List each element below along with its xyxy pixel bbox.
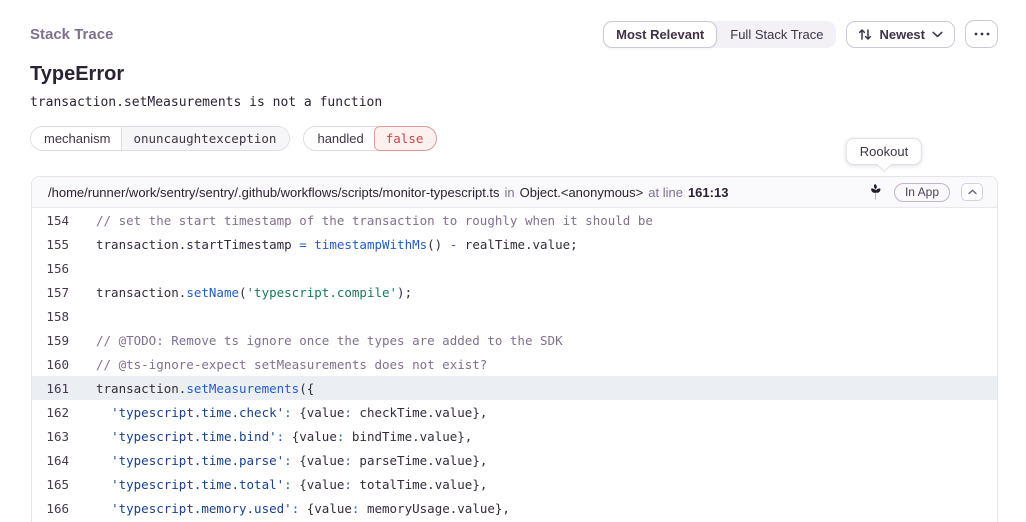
line-number: 161	[32, 381, 69, 396]
ellipsis-icon	[974, 32, 990, 36]
line-source: // @TODO: Remove ts ignore once the type…	[69, 333, 563, 348]
line-source: transaction.setName('typescript.compile'…	[69, 285, 412, 300]
file-path: /home/runner/work/sentry/sentry/.github/…	[48, 185, 500, 200]
code-line: 162 'typescript.time.check': {value: che…	[32, 400, 997, 424]
rookout-button[interactable]	[870, 184, 883, 200]
tag-key: mechanism	[31, 127, 121, 150]
platform-badge-js: JS	[31, 176, 32, 197]
tab-full-stack-trace[interactable]: Full Stack Trace	[717, 21, 836, 48]
in-app-badge: In App	[894, 183, 950, 202]
frame-line-number: 161:13	[688, 185, 728, 200]
line-number: 156	[32, 261, 69, 276]
code-line: 165 'typescript.time.total': {value: tot…	[32, 472, 997, 496]
code-line: 163 'typescript.time.bind': {value: bind…	[32, 424, 997, 448]
line-source: 'typescript.time.bind': {value: bindTime…	[69, 429, 472, 444]
line-source: 'typescript.time.check': {value: checkTi…	[69, 405, 487, 420]
line-number: 166	[32, 501, 69, 516]
view-toggle: Most Relevant Full Stack Trace	[603, 21, 836, 48]
at-line-label: at line	[648, 185, 683, 200]
code-line: 164 'typescript.time.parse': {value: par…	[32, 448, 997, 472]
code-line: 156	[32, 256, 997, 280]
frame-function: Object.<anonymous>	[520, 185, 644, 200]
sort-button-label: Newest	[879, 27, 925, 42]
sort-button[interactable]: Newest	[846, 21, 955, 48]
frame-actions: In App	[870, 183, 983, 202]
tag-key: handled	[304, 127, 374, 150]
line-number: 162	[32, 405, 69, 420]
code-line: 166 'typescript.memory.used': {value: me…	[32, 496, 997, 520]
line-number: 158	[32, 309, 69, 324]
tag-pill-handled[interactable]: handledfalse	[303, 126, 437, 151]
rookout-icon	[870, 184, 883, 200]
line-number: 157	[32, 285, 69, 300]
stack-trace-controls: Most Relevant Full Stack Trace Newest	[603, 20, 998, 48]
sort-arrows-icon	[858, 28, 872, 41]
line-number: 154	[32, 213, 69, 228]
line-source: // set the start timestamp of the transa…	[69, 213, 653, 228]
more-options-button[interactable]	[965, 20, 998, 48]
line-source: // @ts-ignore-expect setMeasurements doe…	[69, 357, 487, 372]
in-label: in	[505, 185, 515, 200]
frame-header[interactable]: /home/runner/work/sentry/sentry/.github/…	[32, 177, 997, 208]
toolbar: Stack Trace Most Relevant Full Stack Tra…	[0, 0, 1026, 48]
line-number: 165	[32, 477, 69, 492]
tag-value: false	[374, 126, 438, 151]
line-number: 164	[32, 453, 69, 468]
chevron-up-icon	[968, 189, 977, 195]
tag-pill-mechanism[interactable]: mechanismonuncaughtexception	[30, 126, 290, 151]
tab-most-relevant[interactable]: Most Relevant	[603, 21, 717, 48]
line-source: 'typescript.time.total': {value: totalTi…	[69, 477, 487, 492]
line-source: 'typescript.time.parse': {value: parseTi…	[69, 453, 487, 468]
rookout-tooltip: Rookout	[846, 138, 922, 165]
section-title: Stack Trace	[30, 26, 113, 43]
collapse-frame-button[interactable]	[961, 183, 983, 201]
line-number: 163	[32, 429, 69, 444]
error-message: transaction.setMeasurements is not a fun…	[30, 95, 1026, 110]
code-line: 157transaction.setName('typescript.compi…	[32, 280, 997, 304]
code-line: 154// set the start timestamp of the tra…	[32, 208, 997, 232]
chevron-down-icon	[932, 31, 943, 38]
line-source: 'typescript.memory.used': {value: memory…	[69, 501, 510, 516]
code-line: 155transaction.startTimestamp = timestam…	[32, 232, 997, 256]
line-number: 159	[32, 333, 69, 348]
line-source: transaction.startTimestamp = timestampWi…	[69, 237, 578, 252]
line-number: 155	[32, 237, 69, 252]
code-line: 159// @TODO: Remove ts ignore once the t…	[32, 328, 997, 352]
tag-value: onuncaughtexception	[121, 127, 289, 150]
code-line: 160// @ts-ignore-expect setMeasurements …	[32, 352, 997, 376]
line-source: transaction.setMeasurements({	[69, 381, 314, 396]
stack-frame: JS /home/runner/work/sentry/sentry/.gith…	[31, 176, 998, 522]
code-block: 154// set the start timestamp of the tra…	[32, 208, 997, 520]
code-line-active: 161transaction.setMeasurements({	[32, 376, 997, 400]
code-line: 158	[32, 304, 997, 328]
error-type-title: TypeError	[30, 63, 1026, 86]
line-number: 160	[32, 357, 69, 372]
